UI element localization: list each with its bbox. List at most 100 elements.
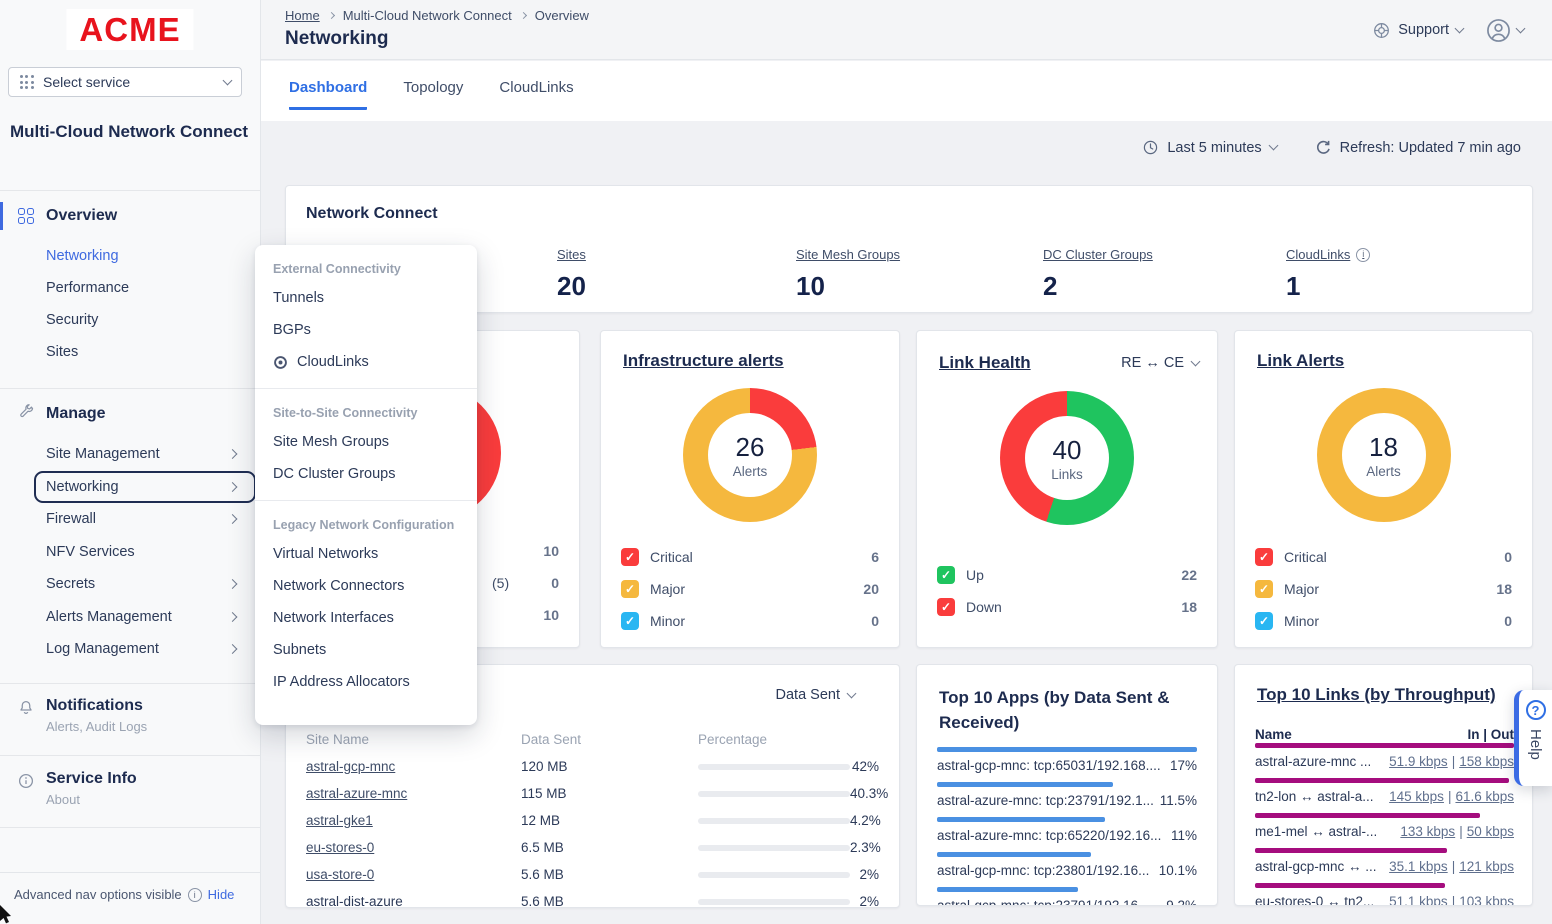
service-info-subtitle: About — [46, 792, 80, 807]
sidebar-item-networking[interactable]: Networking — [0, 240, 260, 272]
progress-track — [698, 899, 850, 905]
stat-dcg-link[interactable]: DC Cluster Groups — [1043, 247, 1153, 262]
in-kbps-link[interactable]: 51.9 kbps — [1389, 754, 1448, 769]
sidebar-item-security[interactable]: Security — [0, 304, 260, 336]
tab-dashboard[interactable]: Dashboard — [289, 79, 367, 110]
manage-item-firewall[interactable]: Firewall — [0, 503, 260, 536]
out-kbps-link[interactable]: 50 kbps — [1467, 824, 1514, 839]
sidebar-item-performance[interactable]: Performance — [0, 272, 260, 304]
flyout-heading: Legacy Network Configuration — [273, 518, 459, 532]
checkbox-up[interactable] — [937, 566, 955, 584]
flyout-item-site-mesh-groups[interactable]: Site Mesh Groups — [273, 426, 459, 458]
stat-smg-link[interactable]: Site Mesh Groups — [796, 247, 900, 262]
divider — [0, 388, 260, 389]
checkbox-minor[interactable] — [1255, 612, 1273, 630]
percentage-value: 40.3% — [850, 786, 888, 801]
divider — [0, 683, 260, 684]
stat-cloudlinks-link[interactable]: CloudLinks — [1286, 247, 1370, 262]
site-link[interactable]: astral-gcp-mnc — [306, 759, 521, 774]
flyout-item-tunnels[interactable]: Tunnels — [273, 282, 459, 314]
select-service-dropdown[interactable]: Select service — [8, 67, 242, 97]
infrastructure-alerts-title[interactable]: Infrastructure alerts — [623, 351, 784, 371]
link-bar — [1255, 778, 1509, 783]
checkbox-major[interactable] — [621, 580, 639, 598]
app-name: astral-gcp-mnc: tcp:65031/192.168.... — [937, 758, 1161, 773]
help-tab[interactable]: Help — [1514, 690, 1552, 786]
legend-label: Critical — [1284, 549, 1504, 565]
manage-item-secrets[interactable]: Secrets — [0, 568, 260, 601]
out-kbps-link[interactable]: 158 kbps — [1459, 754, 1514, 769]
breadcrumb-last: Overview — [535, 8, 589, 23]
site-link[interactable]: astral-gke1 — [306, 813, 521, 828]
breadcrumb-mid: Multi-Cloud Network Connect — [343, 8, 512, 23]
time-range-selector[interactable]: Last 5 minutes — [1142, 139, 1276, 156]
flyout-item-cloudlinks[interactable]: CloudLinks — [273, 346, 459, 378]
legend-value: 0 — [1504, 613, 1512, 629]
site-link[interactable]: usa-store-0 — [306, 867, 521, 882]
flyout-item-bgps[interactable]: BGPs — [273, 314, 459, 346]
manage-item-log-management[interactable]: Log Management — [0, 633, 260, 666]
in-kbps-link[interactable]: 145 kbps — [1389, 789, 1444, 804]
checkbox-critical[interactable] — [621, 548, 639, 566]
manage-item-nfv-services[interactable]: NFV Services — [0, 536, 260, 569]
out-kbps-link[interactable]: 103 kbps — [1459, 894, 1514, 906]
legend-label: Critical — [650, 549, 871, 565]
lifering-icon — [1372, 21, 1391, 40]
link-alerts-title[interactable]: Link Alerts — [1257, 351, 1344, 371]
support-menu[interactable]: Support — [1372, 21, 1463, 40]
link-row: tn2-lon ↔ astral-a...145 kbps|61.6 kbps — [1255, 778, 1514, 804]
user-menu[interactable] — [1485, 17, 1524, 44]
app-row: astral-gcp-mnc: tcp:23801/192.16...10.1% — [937, 852, 1197, 878]
sidebar: ACME Select service Multi-Cloud Network … — [0, 0, 261, 924]
chevron-right-icon — [228, 514, 238, 524]
chevron-down-icon — [847, 688, 857, 698]
flyout-item-dc-cluster-groups[interactable]: DC Cluster Groups — [273, 458, 459, 490]
site-link[interactable]: eu-stores-0 — [306, 840, 521, 855]
out-kbps-link[interactable]: 61.6 kbps — [1455, 789, 1514, 804]
flyout-item-network-interfaces[interactable]: Network Interfaces — [273, 602, 459, 634]
flyout-item-label: CloudLinks — [297, 354, 369, 370]
percentage-value: 2% — [859, 894, 879, 908]
chevron-right-icon — [228, 449, 238, 459]
manage-item-alerts-management[interactable]: Alerts Management — [0, 601, 260, 634]
checkbox-down[interactable] — [937, 598, 955, 616]
manage-item-site-management[interactable]: Site Management — [0, 438, 260, 471]
sidebar-item-overview[interactable]: Overview — [0, 201, 260, 231]
checkbox-critical[interactable] — [1255, 548, 1273, 566]
flyout-section-external: External Connectivity Tunnels BGPs Cloud… — [255, 245, 477, 388]
hide-link[interactable]: Hide — [208, 887, 235, 902]
stat-cloudlinks: CloudLinks 1 — [1286, 246, 1370, 302]
col-data-sent: Data Sent — [521, 732, 698, 747]
flyout-item-ip-address-allocators[interactable]: IP Address Allocators — [273, 666, 459, 698]
stat-sites-link[interactable]: Sites — [557, 247, 586, 262]
link-health-selector[interactable]: RE ↔ CE — [1121, 355, 1199, 371]
divider — [0, 755, 260, 756]
bell-icon — [17, 699, 35, 722]
checkbox-major[interactable] — [1255, 580, 1273, 598]
legend-label: Minor — [650, 613, 871, 629]
top-links-title[interactable]: Top 10 Links (by Throughput) — [1257, 685, 1496, 705]
out-kbps-link[interactable]: 121 kbps — [1459, 859, 1514, 874]
sidebar-item-sites[interactable]: Sites — [0, 336, 260, 368]
breadcrumb-home[interactable]: Home — [285, 8, 320, 23]
data-sent-selector[interactable]: Data Sent — [776, 687, 856, 703]
donut-center: 18 Alerts — [1342, 413, 1426, 497]
flyout-item-virtual-networks[interactable]: Virtual Networks — [273, 538, 459, 570]
site-link[interactable]: astral-azure-mnc — [306, 786, 521, 801]
in-kbps-link[interactable]: 51.1 kbps — [1389, 894, 1448, 906]
flyout-item-network-connectors[interactable]: Network Connectors — [273, 570, 459, 602]
mouse-cursor — [0, 905, 13, 924]
percentage-value: 4.2% — [850, 813, 881, 828]
in-kbps-link[interactable]: 35.1 kbps — [1389, 859, 1448, 874]
tab-cloudlinks[interactable]: CloudLinks — [499, 79, 573, 110]
flyout-item-subnets[interactable]: Subnets — [273, 634, 459, 666]
link-health-title[interactable]: Link Health — [939, 353, 1031, 373]
app-name: astral-azure-mnc: tcp:65220/192.16... — [937, 828, 1161, 843]
manage-item-networking[interactable]: Networking — [0, 471, 260, 504]
table-rows: astral-gcp-mnc 120 MB 42% astral-azure-m… — [306, 753, 879, 908]
breadcrumb: Home Multi-Cloud Network Connect Overvie… — [285, 8, 589, 23]
in-kbps-link[interactable]: 133 kbps — [1400, 824, 1455, 839]
refresh-button[interactable]: Refresh: Updated 7 min ago — [1315, 139, 1521, 156]
checkbox-minor[interactable] — [621, 612, 639, 630]
tab-topology[interactable]: Topology — [403, 79, 463, 110]
